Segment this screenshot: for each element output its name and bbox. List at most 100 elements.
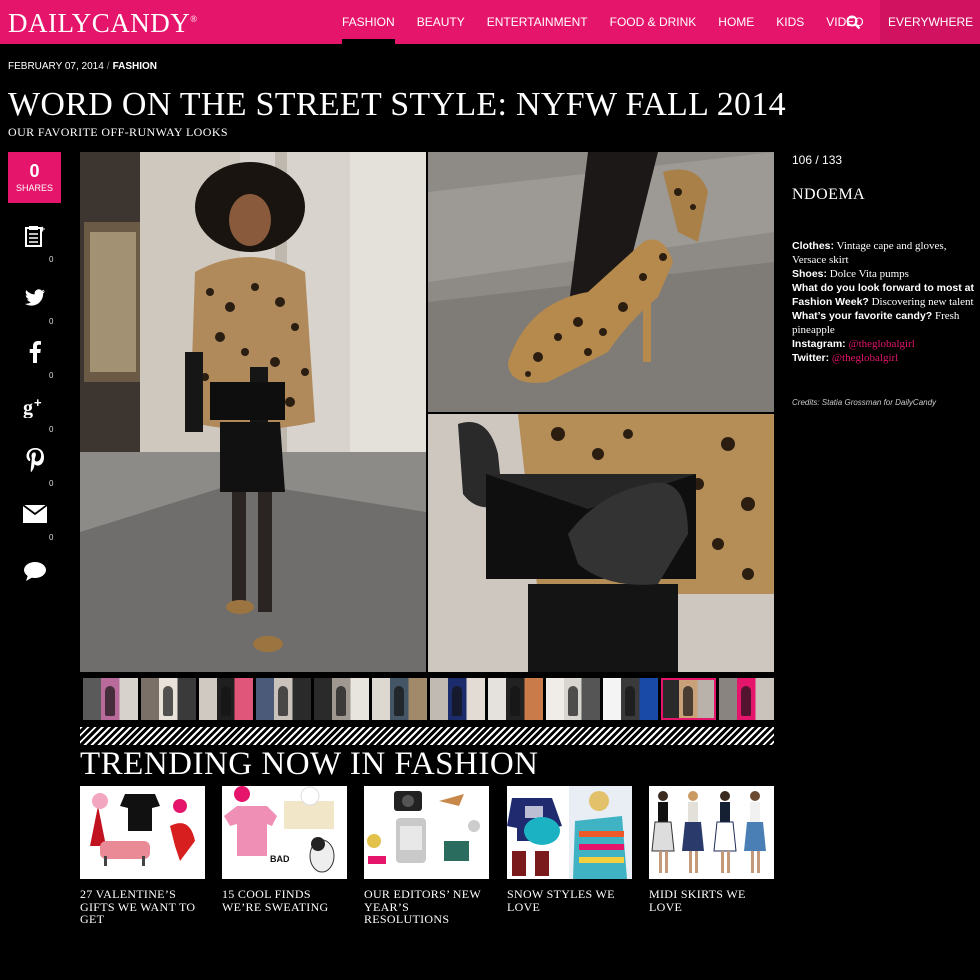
detail-fashion-week: What do you look forward to most at Fash…	[792, 281, 978, 309]
trending-heading: TRENDING NOW IN FASHION	[80, 746, 539, 782]
thumbnail-strip	[80, 678, 774, 722]
slide-counter: 106 / 133	[792, 153, 843, 167]
twitter-link[interactable]: @theglobalgirl	[832, 352, 898, 364]
thumbnail-figure	[567, 686, 578, 716]
share-pinterest-button[interactable]: 0	[8, 448, 61, 498]
trending-card-2[interactable]: BAD 15 COOL FINDS WE’RE SWEATING	[222, 786, 347, 913]
page-title: WORD ON THE STREET STYLE: NYFW FALL 2014	[8, 86, 786, 123]
pinterest-icon	[23, 448, 47, 472]
share-twitter-button[interactable]: 0	[8, 286, 61, 336]
share-count-google-plus: 0	[49, 425, 54, 434]
share-count: 0	[29, 161, 40, 181]
share-count-twitter: 0	[49, 317, 54, 326]
share-facebook-button[interactable]: 0	[8, 340, 61, 390]
gallery-thumbnail[interactable]	[661, 678, 717, 720]
gallery-thumbnail[interactable]	[372, 678, 427, 720]
share-count-pinterest: 0	[49, 479, 54, 488]
share-label: SHARES	[15, 183, 53, 193]
thumbnail-figure	[509, 686, 520, 716]
category-link[interactable]: FASHION	[113, 61, 157, 72]
trending-card-3[interactable]: OUR EDITORS’ NEW YEAR’S RESOLUTIONS	[364, 786, 489, 926]
trending-caption-5[interactable]: MIDI SKIRTS WE LOVE	[649, 888, 774, 913]
site-logo[interactable]: DAILYCANDY®	[8, 8, 198, 39]
gallery-thumbnail[interactable]	[314, 678, 370, 720]
gallery-thumbnail[interactable]	[603, 678, 659, 720]
trending-image-midi-skirts[interactable]	[649, 786, 774, 879]
main-slide-photo[interactable]	[80, 152, 426, 672]
gallery-thumbnail[interactable]	[198, 678, 254, 720]
location-dropdown[interactable]: EVERYWHERE ▾	[880, 0, 980, 44]
nav-beauty[interactable]: BEAUTY	[406, 0, 476, 44]
instagram-link[interactable]: @theglobalgirl	[848, 338, 914, 350]
detail-instagram: Instagram: @theglobalgirl	[792, 337, 978, 351]
nav-food-drink[interactable]: FOOD & DRINK	[599, 0, 708, 44]
detail-shoes: Shoes: Dolce Vita pumps	[792, 267, 978, 281]
slide-details: Clothes: Vintage cape and gloves, Versac…	[792, 239, 978, 365]
detail-value: Discovering new talent	[868, 296, 974, 308]
gallery-thumbnail[interactable]	[256, 678, 312, 720]
trending-caption-3[interactable]: OUR EDITORS’ NEW YEAR’S RESOLUTIONS	[364, 888, 489, 926]
svg-text:g: g	[23, 397, 33, 418]
detail-label: What’s your favorite candy?	[792, 310, 933, 322]
detail-label: Clothes:	[792, 240, 834, 252]
section-divider	[80, 727, 774, 745]
trending-image-snow-styles[interactable]	[507, 786, 632, 879]
thumbnail-figure	[625, 686, 636, 716]
trending-caption-1[interactable]: 27 VALENTINE’S GIFTS WE WANT TO GET	[80, 888, 205, 926]
detail-label: Shoes:	[792, 268, 828, 280]
gallery-thumbnail[interactable]	[83, 678, 138, 720]
trending-card-5[interactable]: MIDI SKIRTS WE LOVE	[649, 786, 774, 913]
share-count-facebook: 0	[49, 371, 54, 380]
trending-caption-2[interactable]: 15 COOL FINDS WE’RE SWEATING	[222, 888, 347, 913]
detail-label: Twitter:	[792, 352, 830, 364]
subject-name: NDOEMA	[792, 186, 866, 203]
trending-image-resolutions[interactable]	[364, 786, 489, 879]
thumbnail-figure	[336, 686, 347, 716]
share-google-plus-button[interactable]: g + 0	[8, 394, 61, 444]
trending-image-valentines[interactable]	[80, 786, 205, 879]
trending-card-1[interactable]: 27 VALENTINE’S GIFTS WE WANT TO GET	[80, 786, 205, 926]
search-icon	[846, 15, 860, 29]
share-count-notepad: 0	[49, 255, 54, 264]
share-count-email: 0	[49, 533, 54, 542]
article-date: FEBRUARY 07, 2014	[8, 61, 104, 72]
comments-button[interactable]	[8, 560, 61, 610]
thumbnail-figure	[451, 686, 462, 716]
trending-image-cool-finds[interactable]: BAD	[222, 786, 347, 879]
trending-card-4[interactable]: SNOW STYLES WE LOVE	[507, 786, 632, 913]
share-notepad-button[interactable]: + 0	[8, 224, 61, 274]
thumbnail-figure	[162, 686, 173, 716]
svg-text:+: +	[40, 224, 45, 234]
nav-fashion[interactable]: FASHION	[331, 0, 406, 44]
thumbnail-figure	[394, 686, 405, 716]
gallery-thumbnail[interactable]	[545, 678, 601, 720]
thumbnail-figure	[220, 686, 231, 716]
detail-photo-shoes[interactable]	[428, 152, 774, 412]
thumbnail-figure	[278, 686, 289, 716]
gallery-thumbnail[interactable]	[487, 678, 543, 720]
thumbnail-figure	[683, 686, 694, 716]
location-label: EVERYWHERE	[888, 15, 974, 29]
nav-home[interactable]: HOME	[707, 0, 765, 44]
comment-icon	[23, 560, 47, 584]
twitter-icon	[23, 286, 47, 310]
photo-credits: Credits: Statia Grossman for DailyCandy	[792, 398, 937, 407]
detail-clothes: Clothes: Vintage cape and gloves, Versac…	[792, 239, 978, 267]
nav-entertainment[interactable]: ENTERTAINMENT	[476, 0, 599, 44]
share-email-button[interactable]: 0	[8, 502, 61, 552]
share-count-box: 0 SHARES	[8, 152, 61, 203]
detail-photo-clutch[interactable]	[428, 414, 774, 672]
gallery-thumbnail[interactable]	[719, 678, 774, 720]
gallery-thumbnail[interactable]	[429, 678, 485, 720]
svg-text:BAD: BAD	[270, 854, 290, 864]
detail-candy: What’s your favorite candy? Fresh pineap…	[792, 309, 978, 337]
trending-caption-4[interactable]: SNOW STYLES WE LOVE	[507, 888, 632, 913]
search-button[interactable]	[836, 0, 870, 44]
detail-label: Instagram:	[792, 338, 846, 350]
notepad-icon: +	[23, 224, 47, 248]
nav-kids[interactable]: KIDS	[765, 0, 815, 44]
thumbnail-figure	[105, 686, 115, 716]
page-subtitle: OUR FAVORITE OFF-RUNWAY LOOKS	[8, 125, 228, 139]
gallery-thumbnail[interactable]	[140, 678, 196, 720]
main-nav: FASHION BEAUTY ENTERTAINMENT FOOD & DRIN…	[331, 0, 875, 44]
